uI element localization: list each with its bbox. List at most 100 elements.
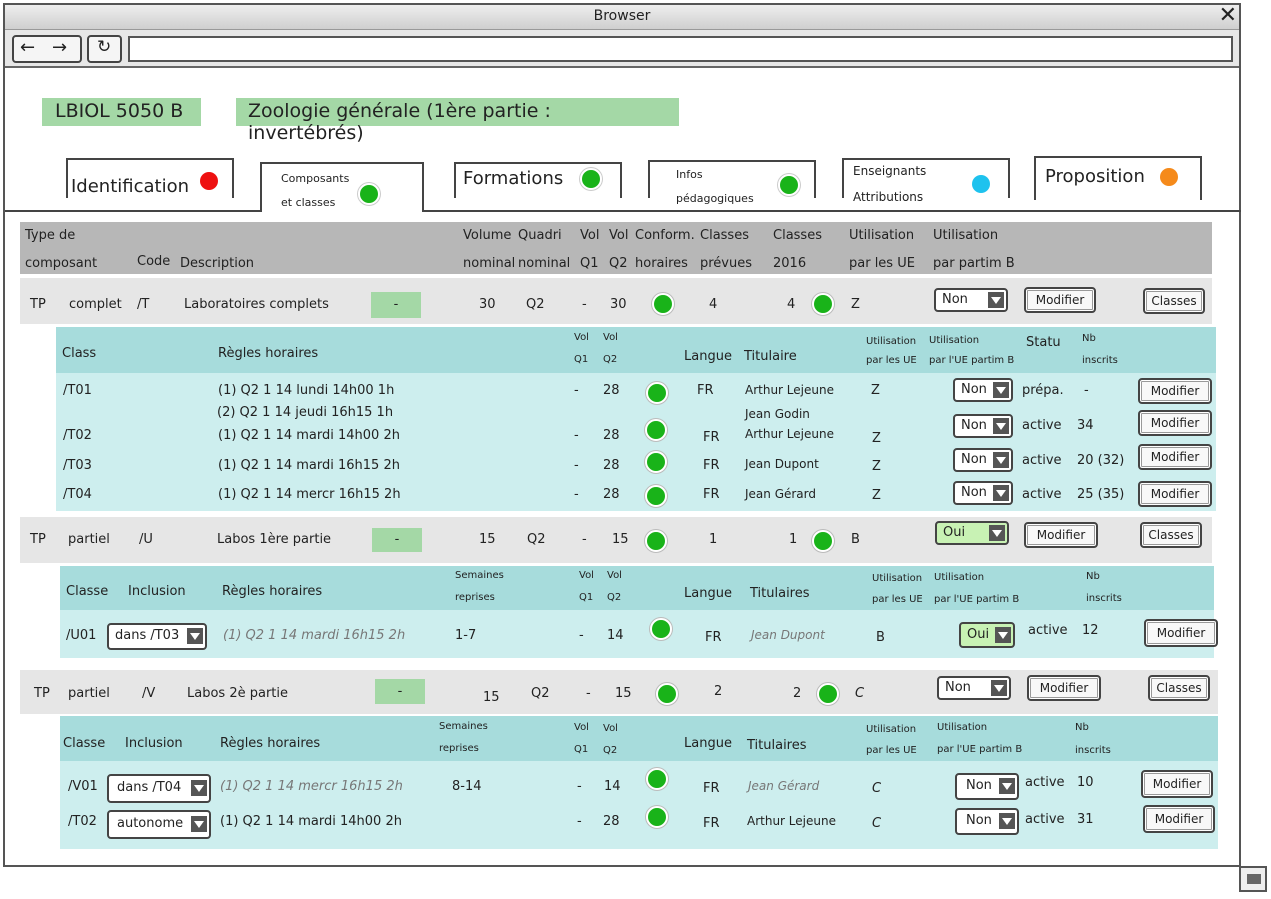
hdr-vol2-1: Vol xyxy=(609,228,629,243)
comp-type: TP xyxy=(30,532,46,547)
sub-hdr-nb-1: Nb xyxy=(1082,333,1096,344)
titulaire: Arthur Lejeune xyxy=(745,383,834,397)
forward-icon[interactable]: → xyxy=(52,37,67,58)
comp-description: Labos 1ère partie xyxy=(217,532,332,547)
partim-select[interactable]: Non xyxy=(953,481,1013,505)
schedule-rule: (1) Q2 1 14 lundi 14h00 1h xyxy=(218,383,395,398)
classes-button[interactable]: Classes xyxy=(1143,288,1205,314)
inclusion-select[interactable]: dans /T03 xyxy=(107,623,207,650)
titulaire: Jean Dupont xyxy=(745,457,819,471)
tab-label-line1: Enseignants xyxy=(853,164,927,178)
sub-hdr-vq2-1: Vol xyxy=(603,332,618,343)
conform-ok-icon xyxy=(645,451,667,473)
status-dot-icon xyxy=(972,175,990,193)
tab-composants[interactable]: Composants et classes xyxy=(260,162,424,212)
partim-select[interactable]: Non xyxy=(937,676,1011,700)
comp-vol-q2: 30 xyxy=(610,297,627,312)
status-dot-icon xyxy=(1160,168,1178,186)
class-code: /T01 xyxy=(63,383,92,398)
sub-hdr-rules: Règles horaires xyxy=(220,736,321,751)
chevron-down-icon xyxy=(999,778,1015,794)
partim-select[interactable]: Non xyxy=(955,773,1019,800)
conform-ok-icon xyxy=(645,419,667,441)
chevron-down-icon xyxy=(993,485,1009,501)
inclusion-select[interactable]: dans /T04 xyxy=(107,774,211,803)
sub-hdr-sem-2: reprises xyxy=(455,592,495,603)
inclusion-select[interactable]: autonome xyxy=(107,810,211,839)
tab-formations[interactable]: Formations xyxy=(454,162,622,198)
comp-description: Laboratoires complets xyxy=(184,297,329,312)
hdr-volume-1: Volume xyxy=(463,228,512,243)
partim-select[interactable]: Non xyxy=(955,808,1019,835)
comp-volume: 15 xyxy=(479,532,496,547)
partim-select[interactable]: Oui xyxy=(935,521,1009,545)
tab-proposition[interactable]: Proposition xyxy=(1034,156,1202,200)
chevron-down-icon xyxy=(989,525,1005,541)
sub-hdr-vq1-2: Q1 xyxy=(579,592,594,603)
modify-button[interactable]: Modifier xyxy=(1138,481,1212,507)
vol-q1: - xyxy=(579,628,584,643)
sub-hdr-utilb-2: par l'UE partim B xyxy=(929,355,1015,366)
comp-classes-2016: 4 xyxy=(787,297,796,312)
titulaire: Jean Gérard xyxy=(748,779,820,793)
resize-grip-icon[interactable] xyxy=(1239,866,1267,892)
modify-button[interactable]: Modifier xyxy=(1138,444,1212,470)
reload-icon[interactable]: ↻ xyxy=(97,37,111,57)
vol-q1: - xyxy=(577,814,582,829)
status: active xyxy=(1022,453,1062,468)
chevron-down-icon xyxy=(999,813,1015,829)
classes-button[interactable]: Classes xyxy=(1140,522,1202,548)
util: C xyxy=(872,781,882,796)
hdr-quadri-2: nominal xyxy=(518,256,571,271)
hdr-conform-1: Conform. xyxy=(635,228,695,243)
back-icon[interactable]: ← xyxy=(20,37,35,58)
reload-button[interactable]: ↻ xyxy=(87,35,122,63)
partim-select[interactable]: Non xyxy=(934,288,1008,312)
back-forward-buttons[interactable]: ← → xyxy=(12,35,82,63)
classes-button[interactable]: Classes xyxy=(1148,675,1210,701)
url-input[interactable] xyxy=(128,36,1233,62)
langue: FR xyxy=(703,430,720,445)
status: active xyxy=(1028,623,1068,638)
sub-hdr-utilb-1: Utilisation xyxy=(929,335,980,346)
langue: FR xyxy=(703,816,720,831)
comp-vol-q1: - xyxy=(582,297,587,312)
vol-q2: 14 xyxy=(604,779,621,794)
modify-button[interactable]: Modifier xyxy=(1138,378,1212,404)
titulaire: Jean Godin xyxy=(745,407,810,421)
comp-tag: - xyxy=(372,528,422,552)
chevron-down-icon xyxy=(993,382,1009,398)
status-dot-icon xyxy=(358,183,380,205)
sub-hdr-vq1-2: Q1 xyxy=(574,744,589,755)
chevron-down-icon xyxy=(993,418,1009,434)
modify-button[interactable]: Modifier xyxy=(1027,675,1101,701)
conform-ok-icon xyxy=(646,768,668,790)
modify-button[interactable]: Modifier xyxy=(1024,287,1096,313)
partim-select[interactable]: Non xyxy=(953,448,1013,472)
tab-label-line1: Composants xyxy=(281,172,350,185)
partim-select[interactable]: Oui xyxy=(959,622,1015,648)
sub-hdr-titulaires: Titulaires xyxy=(750,586,810,601)
conform-ok-icon xyxy=(652,293,674,315)
class-code: /V01 xyxy=(68,779,98,794)
modify-button[interactable]: Modifier xyxy=(1138,410,1212,436)
modify-button[interactable]: Modifier xyxy=(1144,619,1218,647)
conform-ok-icon xyxy=(650,618,672,640)
tab-identification[interactable]: Identification xyxy=(66,158,234,198)
partim-select[interactable]: Non xyxy=(953,414,1013,438)
close-icon[interactable]: ✕ xyxy=(1219,5,1237,27)
schedule-rule: (1) Q2 1 14 mardi 16h15 2h xyxy=(223,628,406,643)
schedule-rule: (1) Q2 1 14 mardi 14h00 2h xyxy=(218,428,400,443)
partim-select[interactable]: Non xyxy=(953,378,1013,402)
modify-button[interactable]: Modifier xyxy=(1024,522,1098,548)
modify-button[interactable]: Modifier xyxy=(1141,770,1213,798)
schedule-rule: (1) Q2 1 14 mardi 16h15 2h xyxy=(218,458,400,473)
comp-type: TP xyxy=(30,297,46,312)
hdr-type-1: Type de xyxy=(25,228,76,243)
title-bar: Browser ✕ xyxy=(5,5,1239,30)
sub-hdr-classe: Classe xyxy=(63,736,106,751)
modify-button[interactable]: Modifier xyxy=(1143,805,1215,833)
tab-infos[interactable]: Infos pédagogiques xyxy=(648,160,816,205)
tab-label-line2: et classes xyxy=(281,196,336,209)
tab-enseignants[interactable]: Enseignants Attributions xyxy=(842,158,1010,204)
